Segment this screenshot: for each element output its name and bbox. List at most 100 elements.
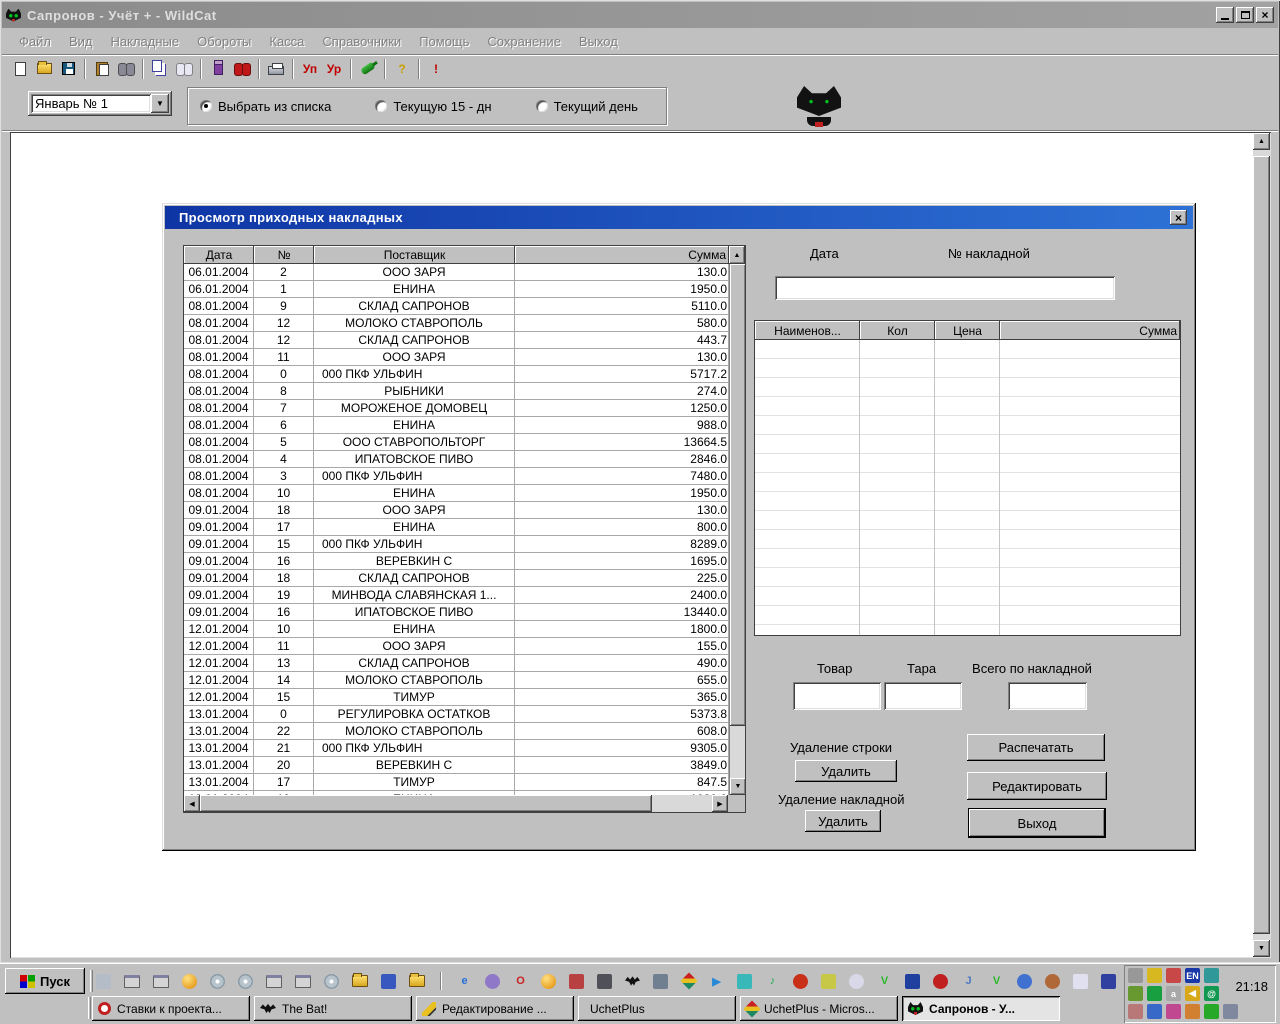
scroll-left-button[interactable]: ◀ — [184, 795, 200, 812]
menu-item-файл[interactable]: Файл — [10, 31, 60, 52]
invoice-row[interactable]: 09.01.200415000 ПКФ УЛЬФИН8289.0 — [184, 536, 729, 553]
dialog-close-button[interactable]: × — [1170, 210, 1187, 225]
paintbrush-icon[interactable] — [1073, 974, 1088, 989]
task-button-diamond[interactable]: UchetPlus - Micros... — [740, 996, 898, 1021]
invoice-row[interactable]: 08.01.20043000 ПКФ УЛЬФИН7480.0 — [184, 468, 729, 485]
network-icon[interactable] — [1223, 1004, 1238, 1019]
tare-total-field[interactable] — [884, 682, 962, 710]
scroll-up-button[interactable]: ▲ — [729, 246, 745, 264]
folder-icon[interactable] — [352, 975, 368, 987]
invoice-row[interactable]: 06.01.20042ООО ЗАРЯ130.0 — [184, 264, 729, 281]
column-header-0[interactable]: Дата — [184, 246, 254, 264]
radio-unselected-icon[interactable] — [536, 100, 548, 112]
column-header-3[interactable]: Сумма — [515, 246, 729, 264]
hedgehog-icon[interactable] — [1045, 974, 1060, 989]
date-invoice-number-field[interactable] — [775, 276, 1115, 300]
alert-button[interactable]: ! — [424, 58, 448, 80]
invoice-row[interactable]: 13.01.200420ВЕРЕВКИН С3849.0 — [184, 757, 729, 774]
invoice-row[interactable]: 09.01.200417ЕНИНА800.0 — [184, 519, 729, 536]
print-button[interactable]: Распечатать — [967, 734, 1105, 761]
period-combobox-value[interactable]: Январь № 1 — [31, 94, 151, 113]
paint-icon[interactable] — [821, 974, 836, 989]
bottle-icon[interactable] — [356, 58, 380, 80]
invoice-row[interactable]: 09.01.200418ООО ЗАРЯ130.0 — [184, 502, 729, 519]
document-icon[interactable] — [597, 974, 612, 989]
flame-icon[interactable] — [793, 974, 808, 989]
maximize-button[interactable] — [1236, 7, 1254, 23]
clover-icon[interactable] — [1204, 1004, 1219, 1019]
invoice-row[interactable]: 06.01.20041ЕНИНА1950.0 — [184, 281, 729, 298]
invoice-row[interactable]: 12.01.200411ООО ЗАРЯ155.0 — [184, 638, 729, 655]
music-note-icon[interactable]: ♪ — [765, 974, 780, 989]
ie-icon[interactable]: e — [457, 974, 472, 989]
invoice-row[interactable]: 09.01.200416ИПАТОВСКОЕ ПИВО13440.0 — [184, 604, 729, 621]
minimized-window-icon[interactable] — [266, 975, 282, 988]
cd-icon[interactable] — [238, 974, 253, 989]
brush-icon[interactable] — [1147, 968, 1162, 983]
items-column-header-3[interactable]: Сумма — [1000, 321, 1180, 340]
menu-item-выход[interactable]: Выход — [570, 31, 627, 52]
invoice-row[interactable]: 09.01.200419МИНВОДА СЛАВЯНСКАЯ 1...2400.… — [184, 587, 729, 604]
a-icon[interactable]: a — [1166, 986, 1181, 1001]
task-button-pencil[interactable]: Редактирование ... — [416, 996, 574, 1021]
cd-icon[interactable] — [210, 974, 225, 989]
invoice-row[interactable]: 08.01.20047МОРОЖЕНОЕ ДОМОВЕЦ1250.0 — [184, 400, 729, 417]
uchetplus-icon[interactable] — [681, 974, 696, 989]
invoice-row[interactable]: 13.01.200422МОЛОКО СТАВРОПОЛЬ608.0 — [184, 723, 729, 740]
tank-icon[interactable] — [569, 974, 584, 989]
goods-total-field[interactable] — [793, 682, 881, 710]
invoice-row[interactable]: 12.01.200414МОЛОКО СТАВРОПОЛЬ655.0 — [184, 672, 729, 689]
minimize-button[interactable] — [1216, 7, 1234, 23]
find-white-binoculars-icon[interactable] — [172, 58, 196, 80]
minimized-window-icon[interactable] — [124, 975, 140, 988]
invoice-row[interactable]: 08.01.200412СКЛАД САПРОНОВ443.7 — [184, 332, 729, 349]
task-button-opera[interactable]: Ставки к проекта... — [92, 996, 250, 1021]
dial-icon[interactable] — [1128, 968, 1143, 983]
menu-item-сохранение[interactable]: Сохранение — [478, 31, 570, 52]
find-gray-binoculars-icon[interactable] — [114, 58, 138, 80]
combobox-dropdown-button[interactable]: ▼ — [151, 94, 169, 113]
radio-option-1[interactable]: Текущую 15 - дн — [375, 99, 491, 114]
invoice-row[interactable]: 13.01.200419ЕНИНА1020.0 — [184, 791, 729, 795]
print-icon[interactable] — [264, 58, 288, 80]
invoice-row[interactable]: 13.01.200417ТИМУР847.5 — [184, 774, 729, 791]
items-column-header-2[interactable]: Цена — [935, 321, 1000, 340]
pe-floppy-icon[interactable] — [1101, 974, 1116, 989]
radio-option-2[interactable]: Текущий день — [536, 99, 638, 114]
invoice-total-field[interactable] — [1008, 682, 1087, 710]
toolbar-drag-handle[interactable] — [90, 970, 93, 992]
close-button[interactable]: × — [1256, 7, 1274, 23]
scroll-down-button[interactable]: ▼ — [1253, 940, 1270, 957]
delete-invoice-button[interactable]: Удалить — [805, 810, 881, 832]
invoice-row[interactable]: 13.01.20040РЕГУЛИРОВКА ОСТАТКОВ5373.8 — [184, 706, 729, 723]
v-green-icon[interactable]: V — [989, 974, 1004, 989]
invoice-row[interactable]: 08.01.200410ЕНИНА1950.0 — [184, 485, 729, 502]
ur-report-button[interactable]: Ур — [322, 58, 346, 80]
window-titlebar[interactable]: Сапронов - Учёт + - WildCat × — [2, 2, 1278, 28]
scroll-up-button[interactable]: ▲ — [1253, 133, 1270, 150]
new-document-icon[interactable] — [8, 58, 32, 80]
menu-item-вид[interactable]: Вид — [60, 31, 102, 52]
globe-icon[interactable] — [1017, 974, 1032, 989]
refresh-icon[interactable] — [1147, 986, 1162, 1001]
menu-item-справочники[interactable]: Справочники — [313, 31, 410, 52]
scrollbar-thumb[interactable] — [200, 795, 652, 812]
java-icon[interactable]: J — [961, 974, 976, 989]
invoice-row[interactable]: 12.01.200415ТИМУР365.0 — [184, 689, 729, 706]
open-folder-icon[interactable] — [32, 58, 56, 80]
invoice-row[interactable]: 08.01.20048РЫБНИКИ274.0 — [184, 383, 729, 400]
help-button[interactable]: ? — [390, 58, 414, 80]
calculator-icon[interactable] — [653, 974, 668, 989]
invoice-row[interactable]: 13.01.200421000 ПКФ УЛЬФИН9305.0 — [184, 740, 729, 757]
period-combobox[interactable]: Январь № 1 ▼ — [28, 91, 172, 116]
thebat-icon[interactable] — [625, 974, 640, 989]
dev-icon[interactable] — [905, 974, 920, 989]
pin-icon[interactable] — [1166, 968, 1181, 983]
scrollbar-track[interactable] — [652, 795, 712, 812]
paste-icon[interactable] — [90, 58, 114, 80]
start-button[interactable]: Пуск — [5, 968, 85, 994]
client-vertical-scrollbar[interactable]: ▲ ▼ — [1253, 133, 1270, 957]
card-icon[interactable] — [1128, 1004, 1143, 1019]
menu-item-обороты[interactable]: Обороты — [188, 31, 260, 52]
radio-option-0[interactable]: Выбрать из списка — [200, 99, 331, 114]
